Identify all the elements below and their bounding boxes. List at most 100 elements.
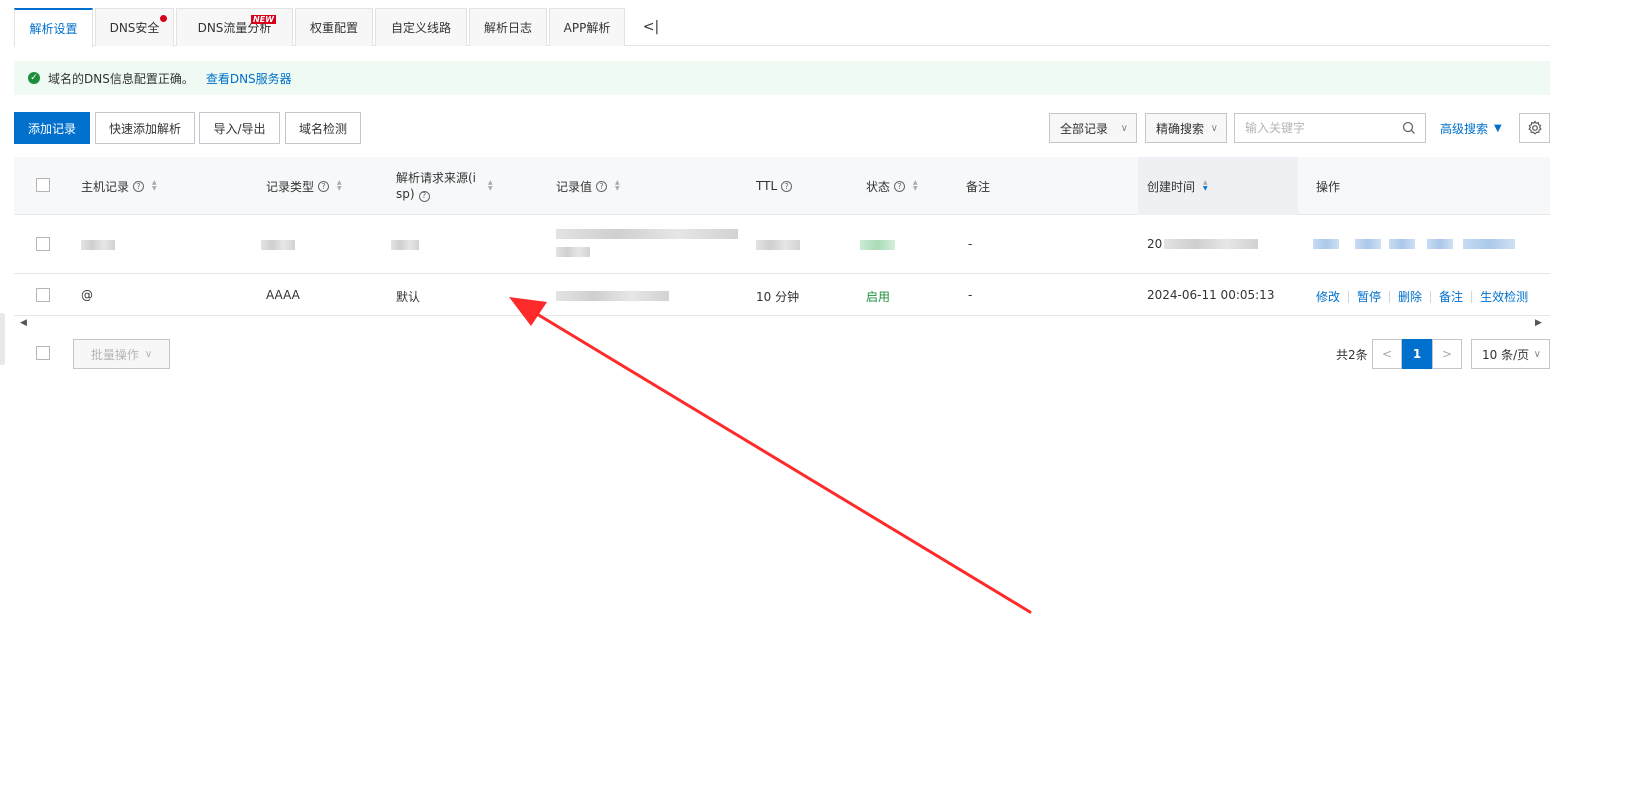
dns-record-table: 主机记录 ? ▲ ▼ 记录类型 ? ▲ ▼ 解析请求来源(isp)? ▲ ▼ 记录值 … [14, 157, 1550, 316]
scroll-right-icon[interactable]: ▶ [1535, 318, 1542, 328]
page-1-button[interactable]: 1 [1402, 339, 1432, 369]
header-label: 记录值 [556, 179, 593, 194]
tab-app-resolve[interactable]: APP解析 [549, 8, 625, 46]
divider [1389, 290, 1391, 303]
question-icon[interactable]: ? [781, 180, 793, 192]
table-header: 主机记录 ? ▲ ▼ 记录类型 ? ▲ ▼ 解析请求来源(isp)? ▲ ▼ 记录值 … [14, 157, 1550, 215]
quick-add-button[interactable]: 快速添加解析 [95, 112, 195, 144]
edit-action[interactable]: 修改 [1316, 288, 1340, 305]
view-dns-servers-link[interactable]: 查看DNS服务器 [206, 70, 292, 87]
add-record-button[interactable]: 添加记录 [14, 112, 90, 144]
redacted-action[interactable] [1463, 239, 1515, 249]
next-page-button[interactable]: > [1432, 339, 1462, 369]
tab-resolve-log[interactable]: 解析日志 [469, 8, 547, 46]
table-row: @ AAAA 默认 10 分钟 启用 - 2024-06-11 00:05:13… [14, 274, 1550, 316]
tab-dns-security[interactable]: DNS安全 [95, 8, 174, 46]
gear-icon [1527, 120, 1542, 135]
divider [1471, 290, 1473, 303]
prev-page-button[interactable]: < [1372, 339, 1402, 369]
cell-type: AAAA [266, 288, 300, 302]
question-icon[interactable]: ? [133, 180, 145, 192]
chevron-down-icon: ∨ [144, 348, 153, 360]
search-mode-select[interactable]: 精确搜索 ∨ [1145, 113, 1227, 143]
redacted-text [556, 291, 669, 301]
header-status[interactable]: 状态 ? ▲ ▼ [866, 157, 918, 215]
effect-check-action[interactable]: 生效检测 [1480, 288, 1528, 305]
sort-icon[interactable]: ▲ ▼ [1203, 180, 1208, 192]
cell-created: 2024-06-11 00:05:13 [1147, 288, 1275, 302]
sort-icon[interactable]: ▲ ▼ [913, 180, 918, 192]
header-value[interactable]: 记录值 ? ▲ ▼ [556, 157, 620, 215]
divider [1348, 290, 1350, 303]
row-checkbox[interactable] [36, 288, 50, 302]
page-size-select[interactable]: 10 条/页 ∨ [1471, 339, 1550, 369]
tab-label: 解析日志 [483, 21, 532, 35]
cell-actions: 修改 暂停 删除 备注 生效检测 [1316, 288, 1528, 305]
notice-message: 域名的DNS信息配置正确。 [48, 71, 194, 86]
question-icon[interactable]: ? [318, 180, 330, 192]
header-label: 操作 [1316, 179, 1341, 194]
import-export-button[interactable]: 导入/导出 [199, 112, 280, 144]
chevron-down-icon: ∨ [1120, 122, 1128, 134]
header-isp[interactable]: 解析请求来源(isp)? ▲ ▼ [396, 157, 506, 215]
footer-select-all-checkbox[interactable] [36, 346, 50, 360]
search-icon[interactable] [1401, 120, 1417, 136]
tab-weight-config[interactable]: 权重配置 [295, 8, 373, 46]
cell-isp [391, 240, 419, 250]
scroll-left-icon[interactable]: ◀ [20, 318, 27, 328]
redacted-text [1164, 239, 1259, 249]
cell-remark: - [968, 288, 973, 302]
sort-icon[interactable]: ▲ ▼ [488, 180, 493, 192]
redacted-text [556, 229, 738, 239]
row-checkbox[interactable] [36, 237, 50, 251]
select-all-checkbox[interactable] [36, 178, 50, 192]
header-label: 解析请求来源(isp)? [396, 171, 477, 202]
notification-dot [160, 15, 167, 22]
side-panel-handle[interactable] [0, 313, 5, 365]
redacted-text [556, 247, 590, 257]
cell-remark: - [968, 237, 973, 251]
header-type[interactable]: 记录类型 ? ▲ ▼ [266, 157, 342, 215]
tab-dns-traffic[interactable]: DNS流量分析 NEW [176, 8, 293, 46]
total-count: 共2条 [1336, 347, 1368, 362]
cell-host [81, 240, 115, 250]
sort-icon[interactable]: ▲ ▼ [152, 180, 157, 192]
redacted-action[interactable] [1313, 239, 1339, 249]
collapse-tabs-button[interactable]: <| [636, 8, 666, 46]
tab-custom-line[interactable]: 自定义线路 [375, 8, 467, 46]
cell-ttl: 10 分钟 [756, 290, 800, 304]
redacted-action[interactable] [1427, 239, 1453, 249]
table-settings-button[interactable] [1519, 113, 1550, 143]
sort-icon[interactable]: ▲ ▼ [615, 180, 620, 192]
pause-action[interactable]: 暂停 [1357, 288, 1381, 305]
redacted-action[interactable] [1389, 239, 1415, 249]
check-circle-icon: ✓ [28, 72, 40, 84]
domain-check-button[interactable]: 域名检测 [285, 112, 361, 144]
header-host[interactable]: 主机记录 ? ▲ ▼ [81, 157, 157, 215]
batch-operation-button[interactable]: 批量操作 ∨ [73, 339, 170, 369]
tab-label: DNS安全 [109, 21, 160, 35]
header-ttl: TTL ? [756, 157, 793, 215]
dns-status-notice: ✓ 域名的DNS信息配置正确。 查看DNS服务器 [14, 61, 1550, 95]
question-icon[interactable]: ? [894, 180, 906, 192]
search-input[interactable] [1245, 121, 1395, 135]
record-filter-select[interactable]: 全部记录 ∨ [1049, 113, 1137, 143]
cell-ttl [756, 240, 800, 250]
sort-icon[interactable]: ▲ ▼ [337, 180, 342, 192]
redacted-text [391, 240, 419, 250]
advanced-search-link[interactable]: 高级搜索 ▼ [1440, 113, 1502, 143]
header-created[interactable]: 创建时间 ▲ ▼ [1147, 157, 1208, 215]
question-icon[interactable]: ? [418, 190, 430, 202]
search-mode-value: 精确搜索 [1156, 121, 1205, 136]
remark-action[interactable]: 备注 [1439, 288, 1463, 305]
redacted-action[interactable] [1355, 239, 1381, 249]
delete-action[interactable]: 删除 [1398, 288, 1422, 305]
tab-resolve-settings[interactable]: 解析设置 [14, 8, 93, 47]
search-box [1234, 113, 1426, 143]
advanced-search-label: 高级搜索 [1440, 121, 1489, 136]
redacted-text [81, 240, 115, 250]
divider [1430, 290, 1432, 303]
collapse-icon: <| [642, 19, 660, 35]
redacted-text [860, 240, 895, 250]
question-icon[interactable]: ? [596, 180, 608, 192]
